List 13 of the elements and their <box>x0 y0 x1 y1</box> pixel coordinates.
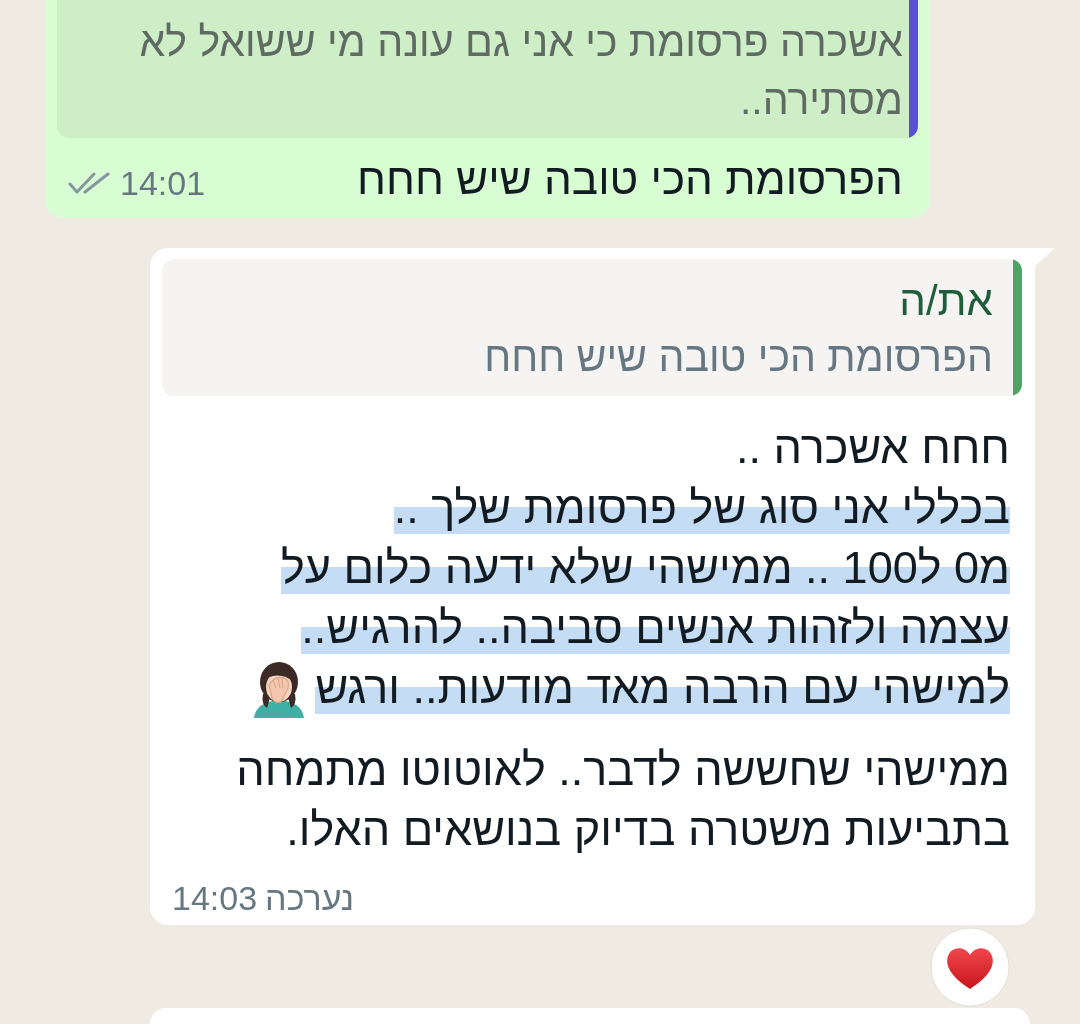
quoted-text: אשכרה פרסומת כי אני גם עונה מי ששואל לא מסתירה.. <box>138 18 903 125</box>
message-text-line: בתביעות משטרה בדיוק בנושאים האלו. <box>286 803 1010 857</box>
heart-reaction-icon[interactable] <box>930 927 1010 1007</box>
message-text: הפרסומת הכי טובה שיש חחח <box>356 153 903 205</box>
edited-label: נערכה <box>265 878 354 919</box>
message-text-line: חחח אשכרה .. <box>736 421 1010 475</box>
quoted-message[interactable]: את/ה הפרסומת הכי טובה שיש חחח <box>162 259 1022 396</box>
quoted-text: הפרסומת הכי טובה שיש חחח <box>484 333 993 382</box>
quoted-message[interactable]: אשכרה פרסומת כי אני גם עונה מי ששואל לא מסתירה.. <box>57 0 918 138</box>
message-time: 14:03 <box>172 878 258 919</box>
message-time: 14:01 <box>120 164 206 202</box>
quoted-sender: את/ה <box>899 276 993 326</box>
message-text-line: ממישהי שחששה לדבר.. לאוטוטו מתמחה <box>236 743 1010 797</box>
